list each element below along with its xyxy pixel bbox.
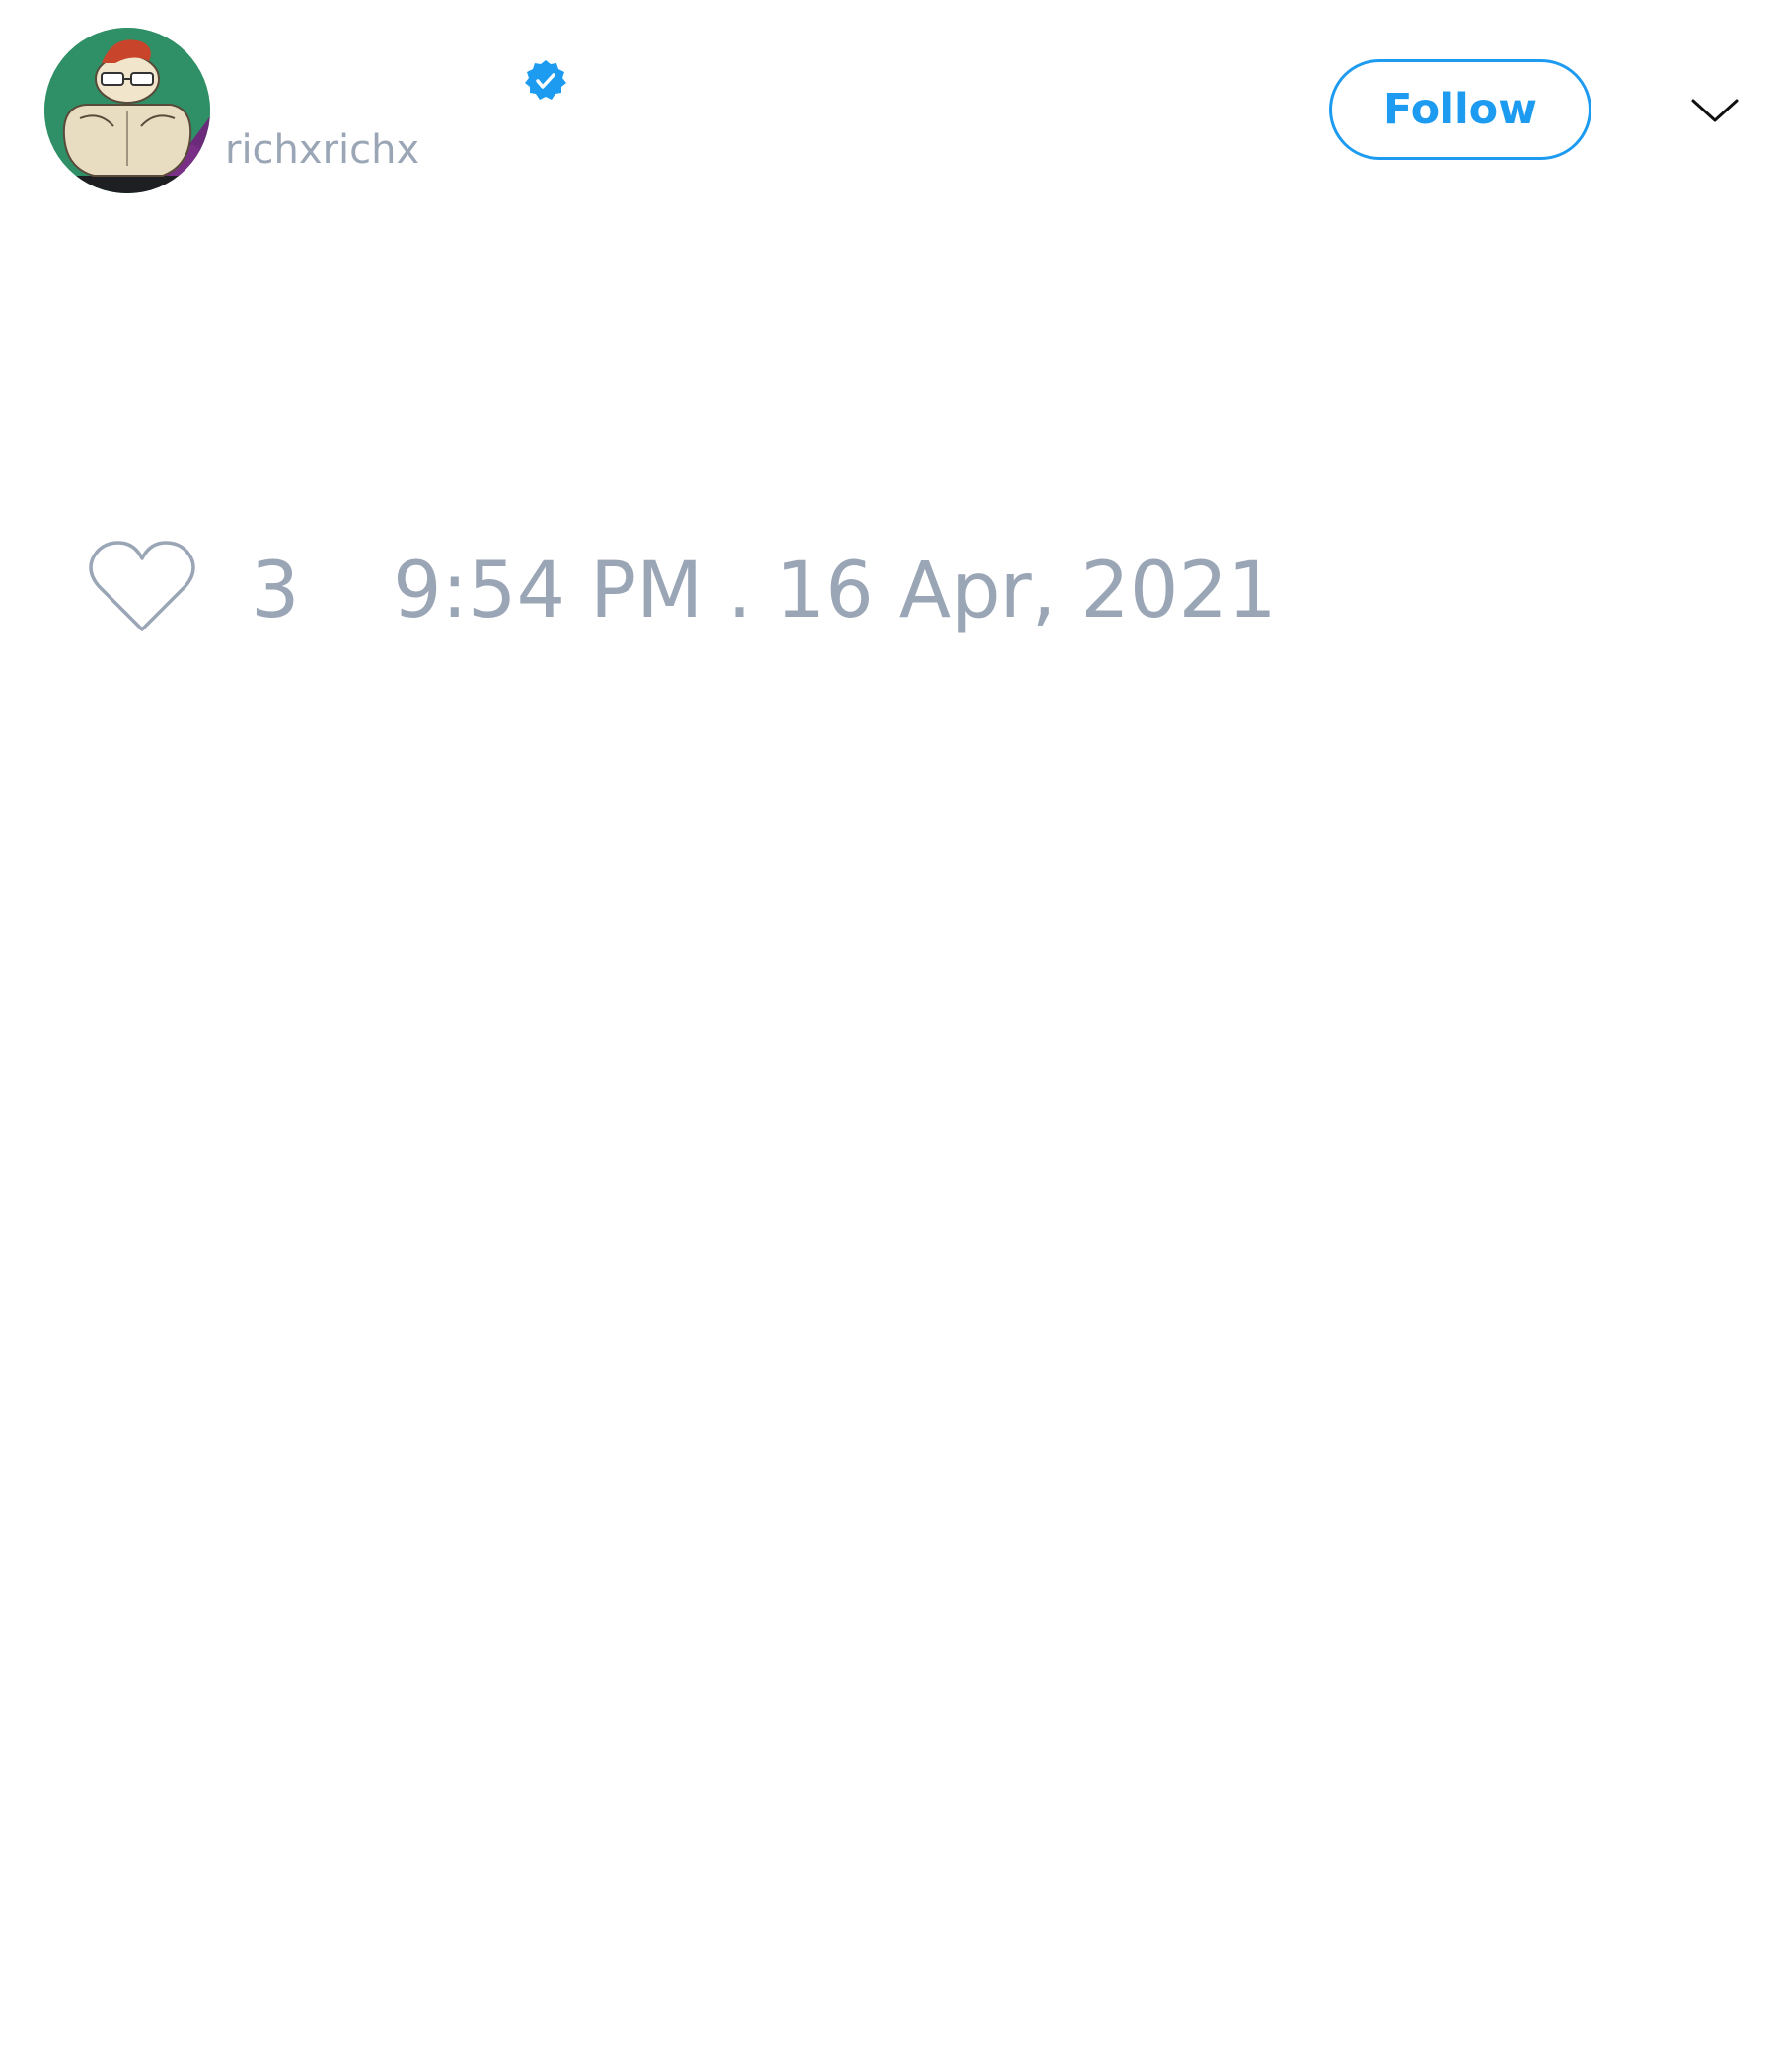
author-handle[interactable]: richxrichx <box>225 126 419 174</box>
tweet-timestamp[interactable]: 9:54 PM . 16 Apr, 2021 <box>393 547 1277 635</box>
chevron-down-icon[interactable] <box>1689 85 1740 136</box>
verified-badge-icon <box>523 58 568 104</box>
tweet-card: richxrichx Follow 3 9:54 PM . 16 Apr, 20… <box>0 0 1776 2072</box>
heart-icon[interactable] <box>87 539 197 637</box>
avatar-image <box>44 28 210 193</box>
like-count: 3 <box>251 547 300 635</box>
avatar[interactable] <box>44 28 210 193</box>
follow-button[interactable]: Follow <box>1329 59 1591 160</box>
